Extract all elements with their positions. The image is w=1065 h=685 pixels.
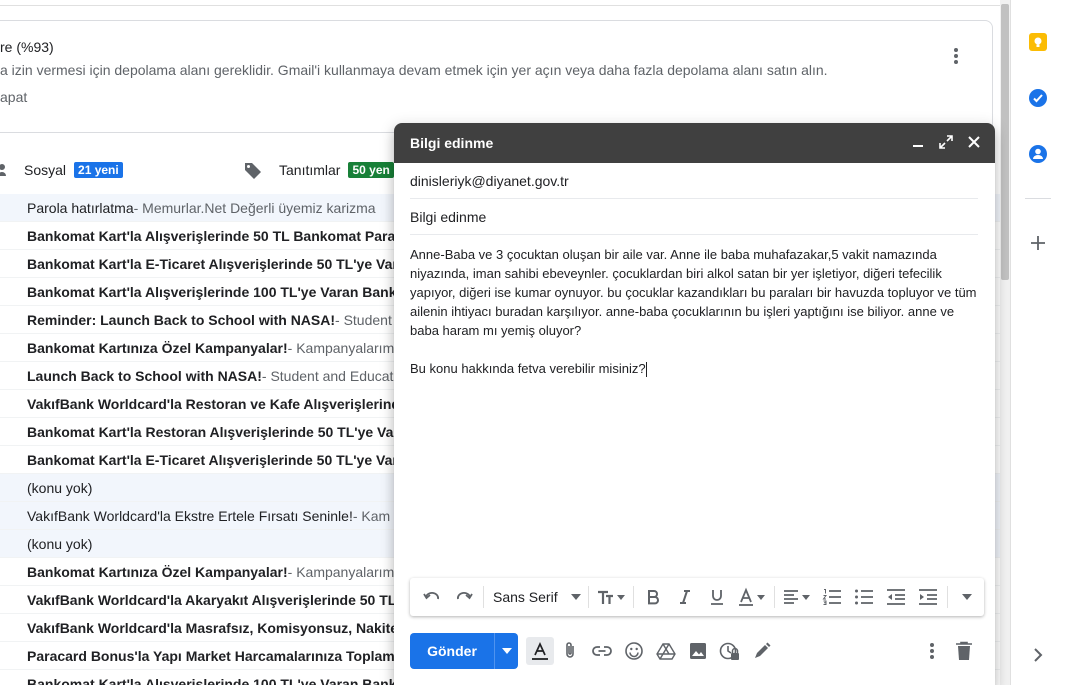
top-divider [0, 0, 1000, 6]
contacts-icon[interactable] [1028, 144, 1048, 164]
keep-icon[interactable] [1028, 32, 1048, 52]
message-body[interactable]: Anne-Baba ve 3 çocuktan oluşan bir aile … [410, 245, 980, 378]
storage-warning-body: a izin vermesi için depolama alanı gerek… [0, 62, 828, 78]
numbered-list-icon[interactable] [816, 583, 848, 611]
signature-icon[interactable] [746, 635, 778, 667]
text-color-icon[interactable] [733, 583, 771, 611]
indent-more-icon[interactable] [912, 583, 944, 611]
mail-snippet: - Kampanyalarımı [287, 339, 399, 356]
mail-subject: Bankomat Kart'la Alışverişlerinde 100 TL… [27, 675, 414, 685]
send-button[interactable]: Gönder [410, 633, 494, 669]
minimize-icon[interactable] [909, 133, 927, 151]
chevron-down-icon [571, 594, 581, 600]
drive-icon[interactable] [650, 635, 682, 667]
confidential-mode-icon[interactable] [714, 635, 746, 667]
mail-snippet: - Memurlar.Net Değerli üyemiz karizma [133, 199, 376, 216]
italic-icon[interactable] [669, 583, 701, 611]
attach-file-icon[interactable] [554, 635, 586, 667]
formatting-options-icon[interactable] [526, 637, 554, 665]
mail-subject: Bankomat Kartınıza Özel Kampanyalar! [27, 339, 288, 356]
undo-icon[interactable] [416, 583, 448, 611]
bold-icon[interactable] [637, 583, 669, 611]
font-size-icon[interactable] [592, 583, 630, 611]
font-family-label: Sans Serif [493, 589, 558, 605]
mail-snippet: - Student and Educato [261, 367, 402, 384]
mail-subject: Bankomat Kart'la Restoran Alışverişlerin… [27, 423, 407, 440]
mail-subject: Paracard Bonus'la Yapı Market Harcamalar… [27, 647, 407, 664]
message-paragraph: Anne-Baba ve 3 çocuktan oluşan bir aile … [410, 247, 977, 338]
scrollbar-thumb[interactable] [1001, 4, 1009, 280]
more-options-icon[interactable] [916, 635, 948, 667]
align-icon[interactable] [778, 583, 816, 611]
discard-draft-icon[interactable] [948, 635, 980, 667]
chevron-down-icon [501, 648, 512, 654]
mail-subject: Bankomat Kart'la E-Ticaret Alışverişleri… [27, 451, 406, 468]
font-family-select[interactable]: Sans Serif [487, 583, 585, 611]
formatting-toolbar: Sans Serif [410, 578, 984, 616]
side-divider [1025, 198, 1051, 199]
storage-warning-title: re (%93) [0, 39, 54, 55]
compose-title: Bilgi edinme [410, 135, 494, 151]
add-addon-icon[interactable] [1028, 233, 1048, 253]
tasks-icon[interactable] [1028, 88, 1048, 108]
insert-link-icon[interactable] [586, 635, 618, 667]
send-button-group: Gönder [410, 633, 518, 669]
bulleted-list-icon[interactable] [848, 583, 880, 611]
mail-subject: Parola hatırlatma [27, 199, 134, 216]
mail-subject: Reminder: Launch Back to School with NAS… [27, 311, 336, 328]
scrollbar[interactable] [1000, 0, 1010, 685]
people-icon [0, 164, 6, 176]
tab-promotions[interactable]: Tanıtımlar 50 yen [244, 152, 394, 188]
storage-warning-close-link[interactable]: apat [0, 89, 27, 105]
tab-social[interactable]: Sosyal 21 yeni [0, 152, 123, 188]
tab-social-badge: 21 yeni [74, 162, 123, 178]
mail-subject: VakıfBank Worldcard'la Ekstre Ertele Fır… [27, 507, 353, 524]
tab-social-label: Sosyal [24, 162, 67, 178]
underline-icon[interactable] [701, 583, 733, 611]
side-panel [1010, 0, 1065, 685]
tag-icon [245, 163, 261, 179]
more-formatting-icon[interactable] [951, 583, 983, 611]
mail-subject: Bankomat Kart'la E-Ticaret Alışverişleri… [27, 255, 406, 272]
mail-subject: VakıfBank Worldcard'la Masrafsız, Komisy… [27, 619, 407, 636]
recipient-field[interactable]: dinisleriyk@diyanet.gov.tr [410, 163, 978, 199]
send-options-button[interactable] [494, 633, 518, 669]
mail-subject: VakıfBank Worldcard'la Restoran ve Kafe … [27, 395, 408, 412]
mail-subject: Launch Back to School with NASA! [27, 367, 262, 384]
mail-subject: Bankomat Kart'la Alışverişlerinde 100 TL… [27, 283, 414, 300]
expand-panel-icon[interactable] [1028, 645, 1048, 665]
redo-icon[interactable] [448, 583, 480, 611]
mail-subject: VakıfBank Worldcard'la Akaryakıt Alışver… [27, 591, 404, 608]
mail-subject: Bankomat Kart'la Alışverişlerinde 50 TL … [27, 227, 409, 244]
fullscreen-icon[interactable] [937, 133, 955, 151]
text-caret [645, 362, 647, 378]
tab-promotions-label: Tanıtımlar [279, 162, 341, 178]
indent-less-icon[interactable] [880, 583, 912, 611]
message-question: Bu konu hakkında fetva verebilir misiniz… [410, 361, 646, 376]
compose-header[interactable]: Bilgi edinme [394, 123, 995, 163]
tab-promotions-badge: 50 yen [348, 162, 394, 178]
compose-bottom-bar: Gönder [410, 633, 980, 669]
mail-subject: Bankomat Kartınıza Özel Kampanyalar! [27, 563, 288, 580]
emoji-icon[interactable] [618, 635, 650, 667]
insert-photo-icon[interactable] [682, 635, 714, 667]
close-icon[interactable] [965, 133, 983, 151]
banner-more-icon[interactable] [948, 46, 964, 66]
mail-subject: (konu yok) [27, 479, 93, 496]
mail-snippet: - Kampanyalarımı [287, 563, 399, 580]
mail-snippet: - Kam [352, 507, 391, 524]
mail-subject: (konu yok) [27, 535, 93, 552]
subject-field[interactable]: Bilgi edinme [410, 199, 978, 235]
compose-window: Bilgi edinme dinisleriyk@diyanet.gov.tr … [394, 123, 995, 685]
